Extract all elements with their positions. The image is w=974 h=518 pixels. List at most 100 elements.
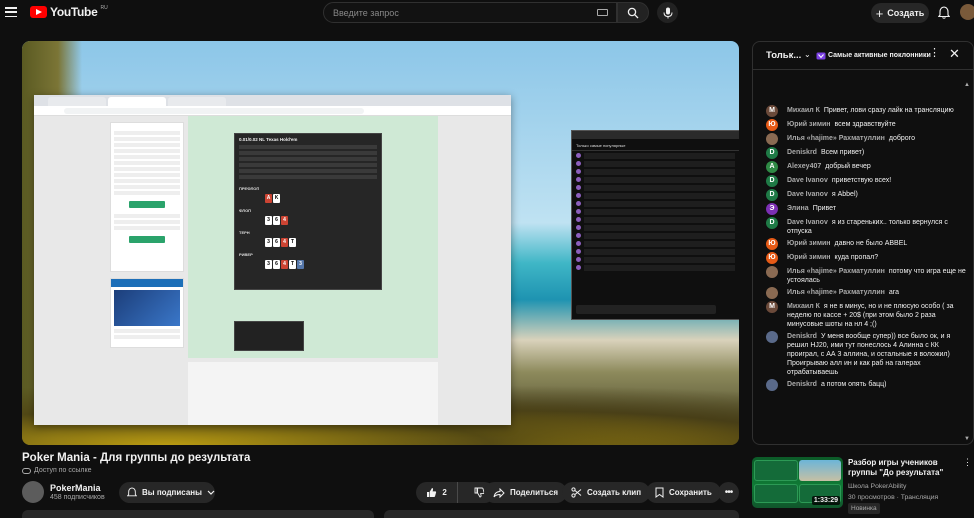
chat-message-text: Всем привет) [820,149,865,156]
keyboard-icon[interactable] [597,9,608,16]
scroll-up-arrow[interactable]: ▲ [964,82,970,88]
chat-message: Ю Юрий зимин давно не было ABBEL [753,238,973,250]
more-vertical-icon[interactable]: ⋮ [963,458,972,467]
voice-search-button[interactable] [657,2,678,23]
chat-author-name[interactable]: Элина [787,205,809,212]
chat-message: М Михаил Кя не в минус, но и не плюсую ос… [753,301,973,329]
chat-author-avatar[interactable] [766,266,778,278]
chat-author-name[interactable]: Deniskrd [787,381,817,388]
chat-author-name[interactable]: Илья «hajime» Рахматуллин [787,289,885,296]
chat-author-avatar[interactable]: М [766,105,778,117]
like-button[interactable]: 2 [416,482,459,503]
more-vertical-icon[interactable]: ⋮ [929,48,940,59]
chat-mode-label[interactable]: Тольк... [766,50,801,61]
chat-message-text: добрый вечер [825,163,871,170]
embedded-hud-stats [234,321,304,351]
chat-message-text: Привет [812,205,837,212]
chat-message: Э Элина Привет [753,203,973,215]
search-input[interactable] [333,7,583,18]
chat-message-text: я Abbel) [831,191,858,198]
clip-button[interactable]: Создать клип [562,482,651,503]
chat-author-name[interactable]: Илья «hajime» Рахматуллин [787,268,885,275]
chat-author-avatar[interactable]: Ю [766,119,778,131]
card: K [273,194,280,203]
chat-author-avatar[interactable]: D [766,175,778,187]
card: 3 [265,238,272,247]
chat-author-avatar[interactable] [766,331,778,343]
chat-author-name[interactable]: Deniskrd [787,149,817,156]
card: 4 [281,238,288,247]
scroll-down-arrow[interactable]: ▼ [964,436,970,442]
chevron-down-icon[interactable]: ⌄ [804,50,811,59]
more-horizontal-icon: ••• [724,487,733,498]
scissors-icon [571,487,582,498]
chat-author-avatar[interactable]: Ю [766,252,778,264]
chat-author-avatar[interactable] [766,379,778,391]
chat-author-name[interactable]: Dave Ivanov [787,219,828,226]
subscribed-button[interactable]: Вы подписаны [119,482,215,503]
chat-author-name[interactable]: Alexey407 [787,163,821,170]
youtube-logo[interactable]: YouTube RU [30,5,108,19]
plus-icon: + [875,5,884,21]
chat-author-name[interactable]: Dave Ivanov [787,177,828,184]
chat-message: Ю Юрий зимин всем здравствуйте [753,119,973,131]
description-box[interactable] [22,510,374,518]
embedded-browser-window: 0.01/0.02 NL Texas Hold'em ПРЕФЛОП A K Ф… [34,95,511,425]
chevron-down-icon [207,490,215,495]
top-fans-chip[interactable]: Самые активные поклонники [814,49,933,62]
embedded-forum-post: 0.01/0.02 NL Texas Hold'em ПРЕФЛОП A K Ф… [188,116,438,358]
chat-message: М Михаил К Привет, лови сразу лайк на тран… [753,105,973,117]
chat-author-name[interactable]: Юрий зимин [787,240,831,247]
video-player[interactable]: 0.01/0.02 NL Texas Hold'em ПРЕФЛОП A K Ф… [22,41,739,445]
recommended-video-thumbnail[interactable]: 1:33:29 [752,457,843,508]
chat-message-text: доброго [888,135,915,142]
visibility-label: Доступ по ссылке [34,467,92,474]
chat-message-text: ага [888,289,900,296]
chat-author-avatar[interactable] [766,133,778,145]
chat-author-avatar[interactable]: D [766,217,778,229]
embedded-hand-history: 0.01/0.02 NL Texas Hold'em ПРЕФЛОП A K Ф… [234,133,382,290]
live-chat-header: Тольк... ⌄ Самые активные поклонники ⋮ ✕ [753,42,973,70]
recommended-channel[interactable]: Школа PokerAbility [848,481,958,492]
channel-name[interactable]: PokerMania [50,483,101,493]
close-icon[interactable]: ✕ [949,47,960,60]
notifications-button[interactable] [937,6,951,24]
card: T [289,238,296,247]
visibility-badge: Доступ по ссылке [22,467,92,474]
more-actions-button[interactable]: ••• [718,482,739,503]
chat-author-name[interactable]: Юрий зимин [787,254,831,261]
chat-author-avatar[interactable]: D [766,189,778,201]
channel-avatar[interactable] [22,481,44,503]
chat-author-name[interactable]: Михаил К [787,303,820,310]
menu-icon[interactable] [5,6,17,18]
chat-message: D Dave Ivanov я Abbel) [753,189,973,201]
card: 3 [265,260,272,269]
microphone-icon [663,7,672,18]
link-icon [22,467,31,474]
live-chat-panel: Тольк... ⌄ Самые активные поклонники ⋮ ✕… [752,41,974,445]
chat-author-name[interactable]: Михаил К [787,107,820,114]
chat-author-name[interactable]: Deniskrd [787,333,817,340]
share-button[interactable]: Поделиться [484,482,568,503]
chat-author-avatar[interactable]: D [766,147,778,159]
recommended-video-title[interactable]: Разбор игры учеников группы "До результа… [848,458,958,478]
chat-message: Deniskrd У меня вообще супер)) все было о… [753,331,973,377]
account-avatar[interactable] [960,4,974,20]
chat-author-name[interactable]: Илья «hajime» Рахматуллин [787,135,885,142]
search-button[interactable] [617,2,649,23]
save-button[interactable]: Сохранить [646,482,721,503]
chat-author-avatar[interactable]: Э [766,203,778,215]
chat-author-avatar[interactable]: Ю [766,238,778,250]
chat-author-name[interactable]: Юрий зимин [787,121,831,128]
create-button[interactable]: + Создать [871,3,929,23]
chat-author-name[interactable]: Dave Ivanov [787,191,828,198]
street-flop: ФЛОП [239,208,252,213]
new-badge: Новинка [848,503,880,514]
chat-author-avatar[interactable]: A [766,161,778,173]
chat-message: A Alexey407 добрый вечер [753,161,973,173]
chat-message: Илья «hajime» Рахматуллин ага [753,287,973,299]
chat-author-avatar[interactable] [766,287,778,299]
membership-icon [816,52,826,59]
chat-author-avatar[interactable]: М [766,301,778,313]
chat-message: D Dave Ivanov я из стареньких.. только вер… [753,217,973,236]
